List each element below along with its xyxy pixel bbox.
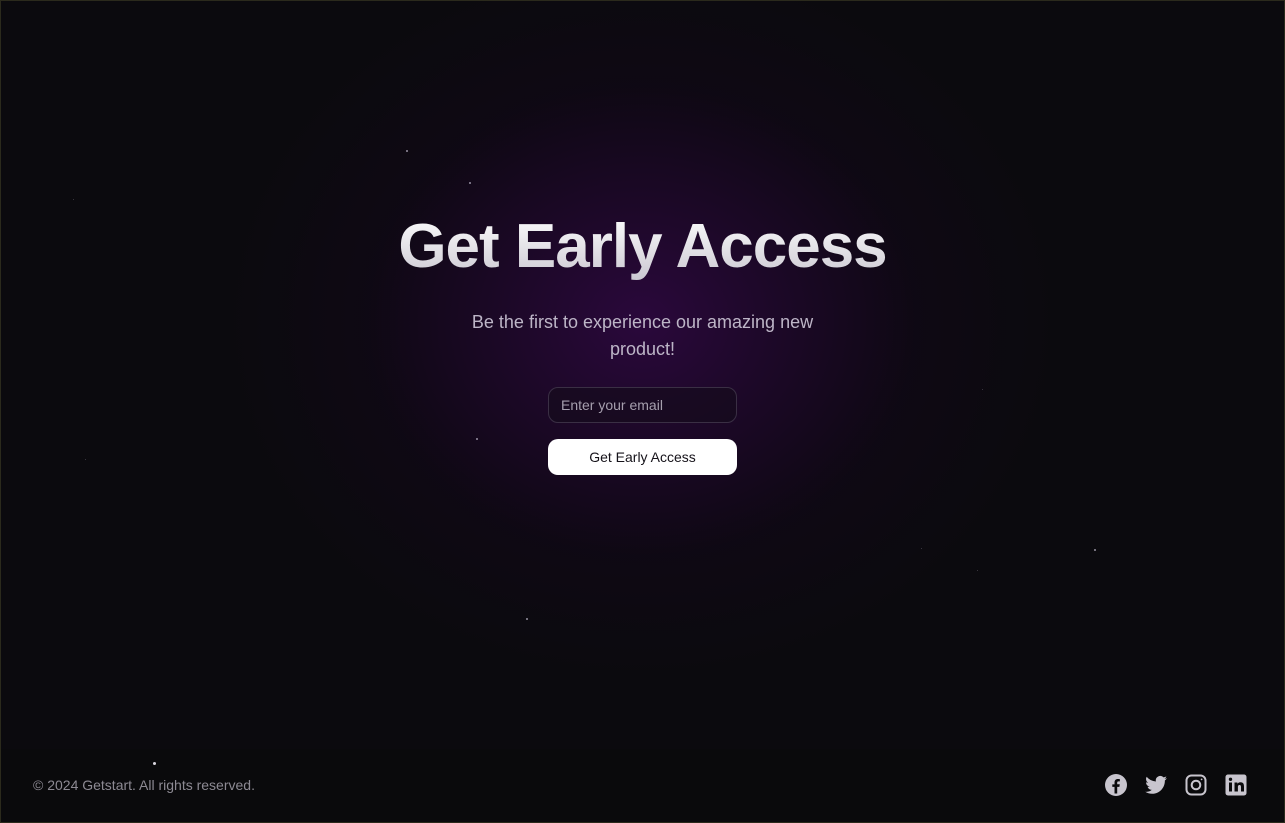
email-input[interactable] [548,387,737,423]
star-decoration [1094,549,1096,551]
copyright-text: © 2024 Getstart. All rights reserved. [33,777,255,793]
star-decoration [85,459,86,460]
star-decoration [469,182,471,184]
twitter-icon[interactable] [1144,773,1168,797]
hero-title: Get Early Access [1,211,1284,283]
social-links [1104,773,1248,797]
linkedin-icon[interactable] [1224,773,1248,797]
star-decoration [153,762,156,765]
facebook-icon[interactable] [1104,773,1128,797]
star-decoration [977,570,978,571]
signup-form: Get Early Access [548,387,737,475]
star-decoration [921,548,922,549]
hero-subtitle: Be the first to experience our amazing n… [471,312,814,359]
instagram-icon[interactable] [1184,773,1208,797]
star-decoration [406,150,408,152]
star-decoration [73,199,74,200]
hero-section: Get Early Access Be the first to experie… [1,211,1284,363]
get-early-access-button[interactable]: Get Early Access [548,439,737,475]
star-decoration [476,438,478,440]
star-decoration [526,618,528,620]
footer: © 2024 Getstart. All rights reserved. [1,749,1284,822]
star-decoration [982,389,983,390]
page-background: Get Early Access Be the first to experie… [0,0,1285,823]
